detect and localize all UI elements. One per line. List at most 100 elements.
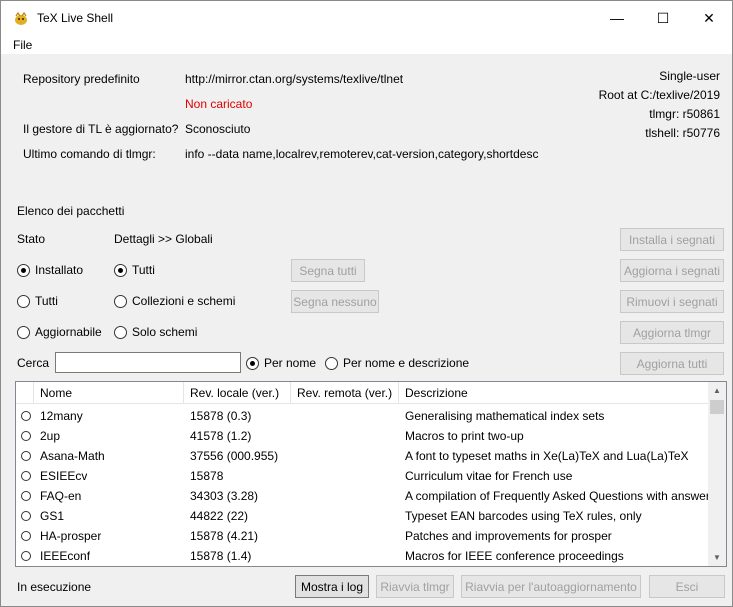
row-mark-icon[interactable] [21, 491, 31, 501]
mark-none-button[interactable]: Segna nessuno [291, 290, 379, 313]
minimize-icon: — [610, 10, 624, 26]
package-name: FAQ-en [40, 489, 82, 503]
table-row[interactable]: 2up 41578 (1.2) Macros to print two-up [16, 426, 708, 446]
update-marked-button[interactable]: Aggiorna i segnati [620, 259, 724, 282]
show-log-button[interactable]: Mostra i log [295, 575, 369, 598]
mark-all-button[interactable]: Segna tutti [291, 259, 365, 282]
restart-tlmgr-button[interactable]: Riavvia tlmgr [376, 575, 454, 598]
radio-icon [114, 325, 127, 339]
row-mark-icon[interactable] [21, 471, 31, 481]
local-revision: 15878 (0.3) [190, 409, 252, 423]
status-all-radio[interactable]: Tutti [17, 294, 58, 308]
local-revision: 41578 (1.2) [190, 429, 252, 443]
row-mark-icon[interactable] [21, 411, 31, 421]
exit-button[interactable]: Esci [649, 575, 725, 598]
tlmgr-revision: tlmgr: r50861 [649, 107, 720, 121]
table-row[interactable]: HA-prosper 15878 (4.21) Patches and impr… [16, 526, 708, 546]
minimize-button[interactable]: — [594, 1, 640, 35]
package-description: Macros to print two-up [405, 429, 524, 443]
remove-marked-button[interactable]: Rimuovi i segnati [620, 290, 724, 313]
search-by-name-radio[interactable]: Per nome [246, 356, 316, 370]
local-revision: 37556 (000.955) [190, 449, 279, 463]
repo-label: Repository predefinito [23, 72, 140, 86]
status-updatable-radio[interactable]: Aggiornabile [17, 325, 102, 339]
search-by-name-desc-radio[interactable]: Per nome e descrizione [325, 356, 469, 370]
tl-updated-label: Il gestore di TL è aggiornato? [23, 122, 179, 136]
table-row[interactable]: Asana-Math 37556 (000.955) A font to typ… [16, 446, 708, 466]
table-row[interactable]: FAQ-en 34303 (3.28) A compilation of Fre… [16, 486, 708, 506]
details-filter-label: Dettagli >> Globali [114, 232, 213, 246]
package-name: 12many [40, 409, 83, 423]
install-marked-button[interactable]: Installa i segnati [620, 228, 724, 251]
table-row[interactable]: GS1 44822 (22) Typeset EAN barcodes usin… [16, 506, 708, 526]
local-revision: 15878 (4.21) [190, 529, 259, 543]
row-mark-icon[interactable] [21, 511, 31, 521]
package-name: HA-prosper [40, 529, 102, 543]
row-mark-icon[interactable] [21, 551, 31, 561]
local-revision: 15878 [190, 469, 224, 483]
package-description: A compilation of Frequently Asked Questi… [405, 489, 708, 503]
row-mark-icon[interactable] [21, 451, 31, 461]
title-bar[interactable]: TeX Live Shell — ☐ ✕ [1, 1, 732, 35]
maximize-button[interactable]: ☐ [640, 1, 686, 35]
radio-selected-icon [17, 263, 30, 277]
restart-self-update-button[interactable]: Riavvia per l'autoaggiornamento [461, 575, 641, 598]
detail-collections-radio[interactable]: Collezioni e schemi [114, 294, 235, 308]
row-mark-icon[interactable] [21, 531, 31, 541]
search-label: Cerca [17, 356, 50, 370]
package-table[interactable]: Nome Rev. locale (ver.) Rev. remota (ver… [15, 381, 727, 567]
menu-bar: File [1, 35, 732, 54]
radio-icon [114, 294, 127, 308]
close-button[interactable]: ✕ [686, 1, 732, 35]
last-command-label: Ultimo comando di tlmgr: [23, 147, 156, 161]
tl-updated-value: Sconosciuto [185, 122, 251, 136]
status-installed-radio[interactable]: Installato [17, 263, 83, 277]
package-description: Curriculum vitae for French use [405, 469, 573, 483]
package-name: GS1 [40, 509, 65, 523]
lion-app-icon [15, 11, 27, 25]
search-input[interactable] [55, 352, 241, 373]
repo-url: http://mirror.ctan.org/systems/texlive/t… [185, 72, 404, 86]
scroll-up-icon[interactable]: ▲ [708, 382, 726, 399]
radio-selected-icon [246, 356, 259, 370]
status-filter-label: Stato [17, 232, 46, 246]
radio-icon [17, 325, 30, 339]
tlshell-revision: tlshell: r50776 [645, 126, 720, 140]
package-list-title: Elenco dei pacchetti [17, 204, 125, 218]
menu-item-file[interactable]: File [13, 38, 32, 52]
repo-status: Non caricato [185, 97, 253, 111]
detail-schemes-radio[interactable]: Solo schemi [114, 325, 197, 339]
column-header-description[interactable]: Descrizione [399, 382, 708, 404]
package-name: Asana-Math [40, 449, 105, 463]
radio-selected-icon [114, 263, 127, 277]
scroll-thumb[interactable] [710, 400, 724, 414]
update-tlmgr-button[interactable]: Aggiorna tlmgr [620, 321, 724, 344]
package-name: ESIEEcv [40, 469, 88, 483]
table-row[interactable]: 12many 15878 (0.3) Generalising mathemat… [16, 406, 708, 426]
column-header-local-rev[interactable]: Rev. locale (ver.) [184, 382, 291, 404]
detail-all-radio[interactable]: Tutti [114, 263, 155, 277]
package-description: Typeset EAN barcodes using TeX rules, on… [405, 509, 642, 523]
package-description: Patches and improvements for prosper [405, 529, 612, 543]
package-name: 2up [40, 429, 61, 443]
column-header-mark[interactable] [16, 382, 34, 404]
column-header-remote-rev[interactable]: Rev. remota (ver.) [291, 382, 399, 404]
table-row[interactable]: IEEEconf 15878 (1.4) Macros for IEEE con… [16, 546, 708, 566]
radio-icon [325, 356, 338, 370]
package-description: Macros for IEEE conference proceedings [405, 549, 624, 563]
vertical-scrollbar[interactable]: ▲ ▼ [708, 382, 726, 566]
column-header-name[interactable]: Nome [34, 382, 184, 404]
tex-live-shell-window: TeX Live Shell — ☐ ✕ File Repository pre… [0, 0, 733, 607]
package-description: Generalising mathematical index sets [405, 409, 605, 423]
table-row[interactable]: ESIEEcv 15878 Curriculum vitae for Frenc… [16, 466, 708, 486]
maximize-icon: ☐ [656, 9, 670, 26]
close-icon: ✕ [703, 9, 715, 26]
scroll-down-icon[interactable]: ▼ [708, 549, 726, 566]
row-mark-icon[interactable] [21, 431, 31, 441]
package-name: IEEEconf [40, 549, 91, 563]
radio-icon [17, 294, 30, 308]
window-title: TeX Live Shell [37, 11, 114, 25]
package-description: A font to typeset maths in Xe(La)TeX and… [405, 449, 689, 463]
local-revision: 44822 (22) [190, 509, 249, 523]
update-all-button[interactable]: Aggiorna tutti [620, 352, 724, 375]
